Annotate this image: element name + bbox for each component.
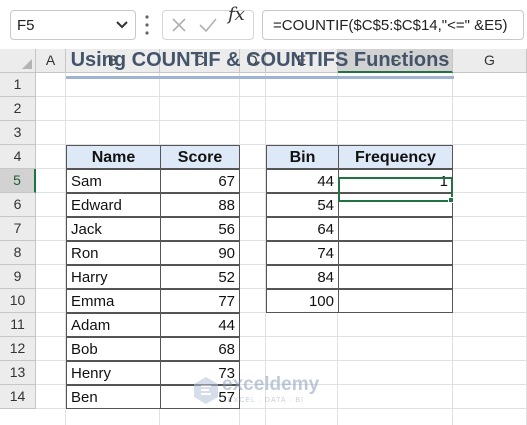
exceldemy-logo-icon [194,377,218,404]
row-header-7[interactable]: 7 [0,217,36,241]
cell-score[interactable]: 68 [160,337,240,361]
title-underline [66,76,454,79]
cell-name[interactable]: Sam [66,169,161,193]
row-header-3[interactable]: 3 [0,121,36,145]
cell-score[interactable]: 77 [160,289,240,313]
column-header-a[interactable]: A [36,49,66,73]
cell-name[interactable]: Emma [66,289,161,313]
row-header-5[interactable]: 5 [0,169,36,193]
column-header-g[interactable]: G [453,49,527,73]
cell-frequency[interactable] [338,289,453,313]
cell-name[interactable]: Jack [66,217,161,241]
cell-bin[interactable]: 100 [266,289,339,313]
row-header-1[interactable]: 1 [0,73,36,97]
cell-name[interactable]: Bob [66,337,161,361]
row-header-2[interactable]: 2 [0,97,36,121]
cell-bin[interactable]: 44 [266,169,339,193]
cancel-icon[interactable] [170,16,188,34]
cell-score[interactable]: 52 [160,265,240,289]
watermark-name: exceldemy [222,374,320,395]
row-header-6[interactable]: 6 [0,193,36,217]
row-header-11[interactable]: 11 [0,313,36,337]
row-header-8[interactable]: 8 [0,241,36,265]
table-header-name: Name [66,145,161,169]
cell-score[interactable]: 44 [160,313,240,337]
enter-check-icon[interactable] [198,16,218,34]
cell-name[interactable]: Harry [66,265,161,289]
gridline-horizontal [36,96,527,97]
cell-score[interactable]: 88 [160,193,240,217]
formula-input[interactable]: =COUNTIF($C$5:$C$14,"<=" &E5) [262,10,524,40]
row-header-12[interactable]: 12 [0,337,36,361]
table-header-bin: Bin [266,145,339,169]
row-header-14[interactable]: 14 [0,385,36,409]
cell-score[interactable]: 67 [160,169,240,193]
cell-bin[interactable]: 54 [266,193,339,217]
active-cell[interactable] [338,177,453,202]
row-header-4[interactable]: 4 [0,145,36,169]
watermark: exceldemy EXCEL · DATA · BI [192,373,342,409]
cell-score[interactable]: 90 [160,241,240,265]
cell-score[interactable]: 56 [160,217,240,241]
cell-frequency[interactable] [338,217,453,241]
cell-name[interactable]: Ben [66,385,161,409]
fill-handle[interactable] [448,197,454,203]
sheet-title: Using COUNTIF & COUNTIFS Functions [70,49,450,71]
row-header-9[interactable]: 9 [0,265,36,289]
cell-name[interactable]: Ron [66,241,161,265]
cell-name[interactable]: Edward [66,193,161,217]
cell-name[interactable]: Adam [66,313,161,337]
cell-bin[interactable]: 74 [266,241,339,265]
watermark-tagline: EXCEL · DATA · BI [228,397,304,404]
select-all-corner[interactable] [0,49,36,73]
name-box[interactable]: F5 [10,10,136,40]
gridline-horizontal [36,120,527,121]
chevron-down-icon[interactable] [115,17,129,33]
name-box-value: F5 [17,17,35,34]
cell-bin[interactable]: 84 [266,265,339,289]
formula-bar: F5 fx =COUNTIF($C$5:$C$14,"<=" &E5) [0,0,527,49]
insert-function-icon[interactable]: fx [228,4,245,25]
cell-name[interactable]: Henry [66,361,161,385]
cell-frequency[interactable] [338,265,453,289]
formula-text: =COUNTIF($C$5:$C$14,"<=" &E5) [273,17,508,34]
more-options-icon[interactable] [144,14,150,36]
cell-frequency[interactable] [338,241,453,265]
table-header-score: Score [160,145,240,169]
row-header-13[interactable]: 13 [0,361,36,385]
row-header-10[interactable]: 10 [0,289,36,313]
cell-bin[interactable]: 64 [266,217,339,241]
table-header-frequency: Frequency [338,145,453,169]
